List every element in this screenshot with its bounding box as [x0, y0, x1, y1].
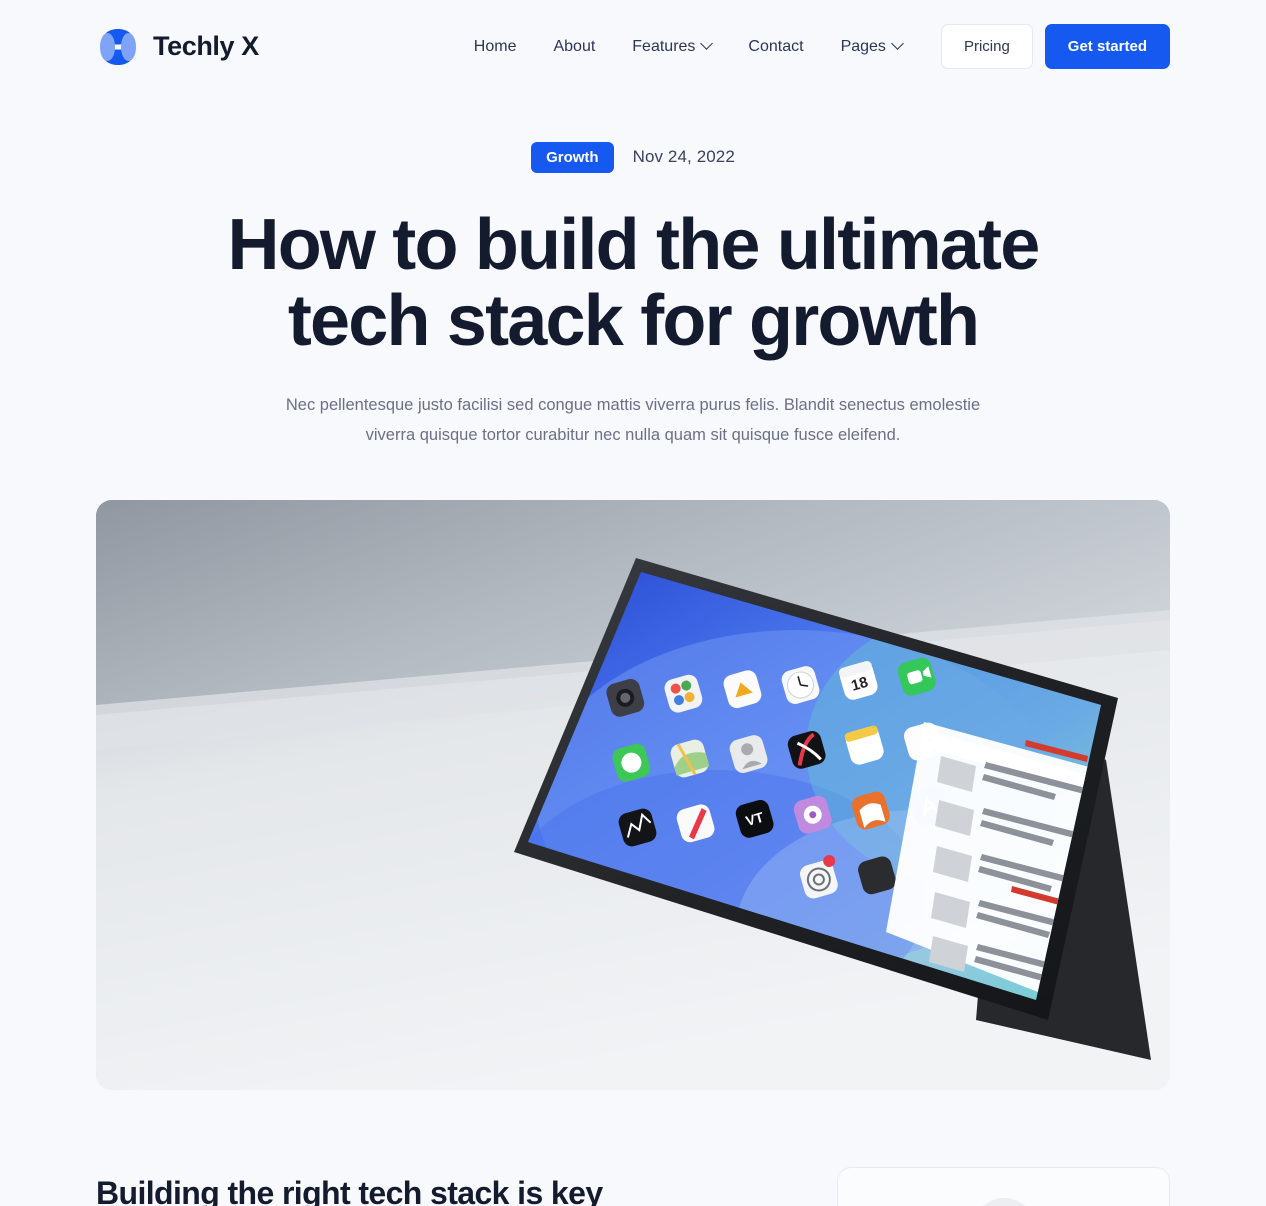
techly-x-petal-logo-icon	[96, 25, 140, 69]
nav-item-home[interactable]: Home	[474, 38, 517, 56]
article-meta: Growth Nov 24, 2022	[0, 140, 1266, 174]
author-avatar	[972, 1198, 1035, 1206]
article-lede: Nec pellentesque justo facilisi sed cong…	[285, 396, 981, 444]
article-title: How to build the ultimate tech stack for…	[227, 205, 1041, 361]
nav-item-pages[interactable]: Pages	[840, 37, 904, 56]
nav-link-list: Home About Features Contact Pages	[474, 37, 904, 56]
chevron-down-icon	[700, 37, 714, 50]
article-body-section: Building the right tech stack is key	[0, 1090, 1266, 1206]
nav-item-about[interactable]: About	[553, 38, 595, 56]
category-badge[interactable]: Growth	[531, 141, 614, 173]
site-header: Techly X Home About Features Contact Pag…	[0, 0, 1266, 93]
nav-item-home-label: Home	[473, 37, 517, 55]
section-heading: Building the right tech stack is key	[96, 1175, 603, 1206]
brand-name: Techly X	[153, 31, 259, 61]
author-card	[837, 1167, 1170, 1206]
publish-date: Nov 24, 2022	[632, 147, 735, 166]
nav-item-about-label: About	[553, 37, 596, 55]
nav-item-contact[interactable]: Contact	[748, 38, 803, 56]
brand-logo-link[interactable]: Techly X	[96, 25, 259, 69]
pricing-button[interactable]: Pricing	[940, 24, 1033, 69]
nav-item-contact-label: Contact	[748, 37, 804, 55]
article-hero-image: 18 VT	[96, 500, 1170, 1090]
chevron-down-icon	[891, 37, 904, 50]
primary-navigation: Home About Features Contact Pages Pricin…	[474, 24, 1170, 69]
nav-item-pages-label: Pages	[840, 37, 886, 55]
article-hero: Growth Nov 24, 2022 How to build the ult…	[0, 93, 1266, 450]
get-started-button[interactable]: Get started	[1044, 24, 1170, 69]
nav-item-features[interactable]: Features	[632, 37, 714, 56]
nav-item-features-label: Features	[632, 37, 696, 55]
article-main: Growth Nov 24, 2022 How to build the ult…	[0, 93, 1266, 1206]
